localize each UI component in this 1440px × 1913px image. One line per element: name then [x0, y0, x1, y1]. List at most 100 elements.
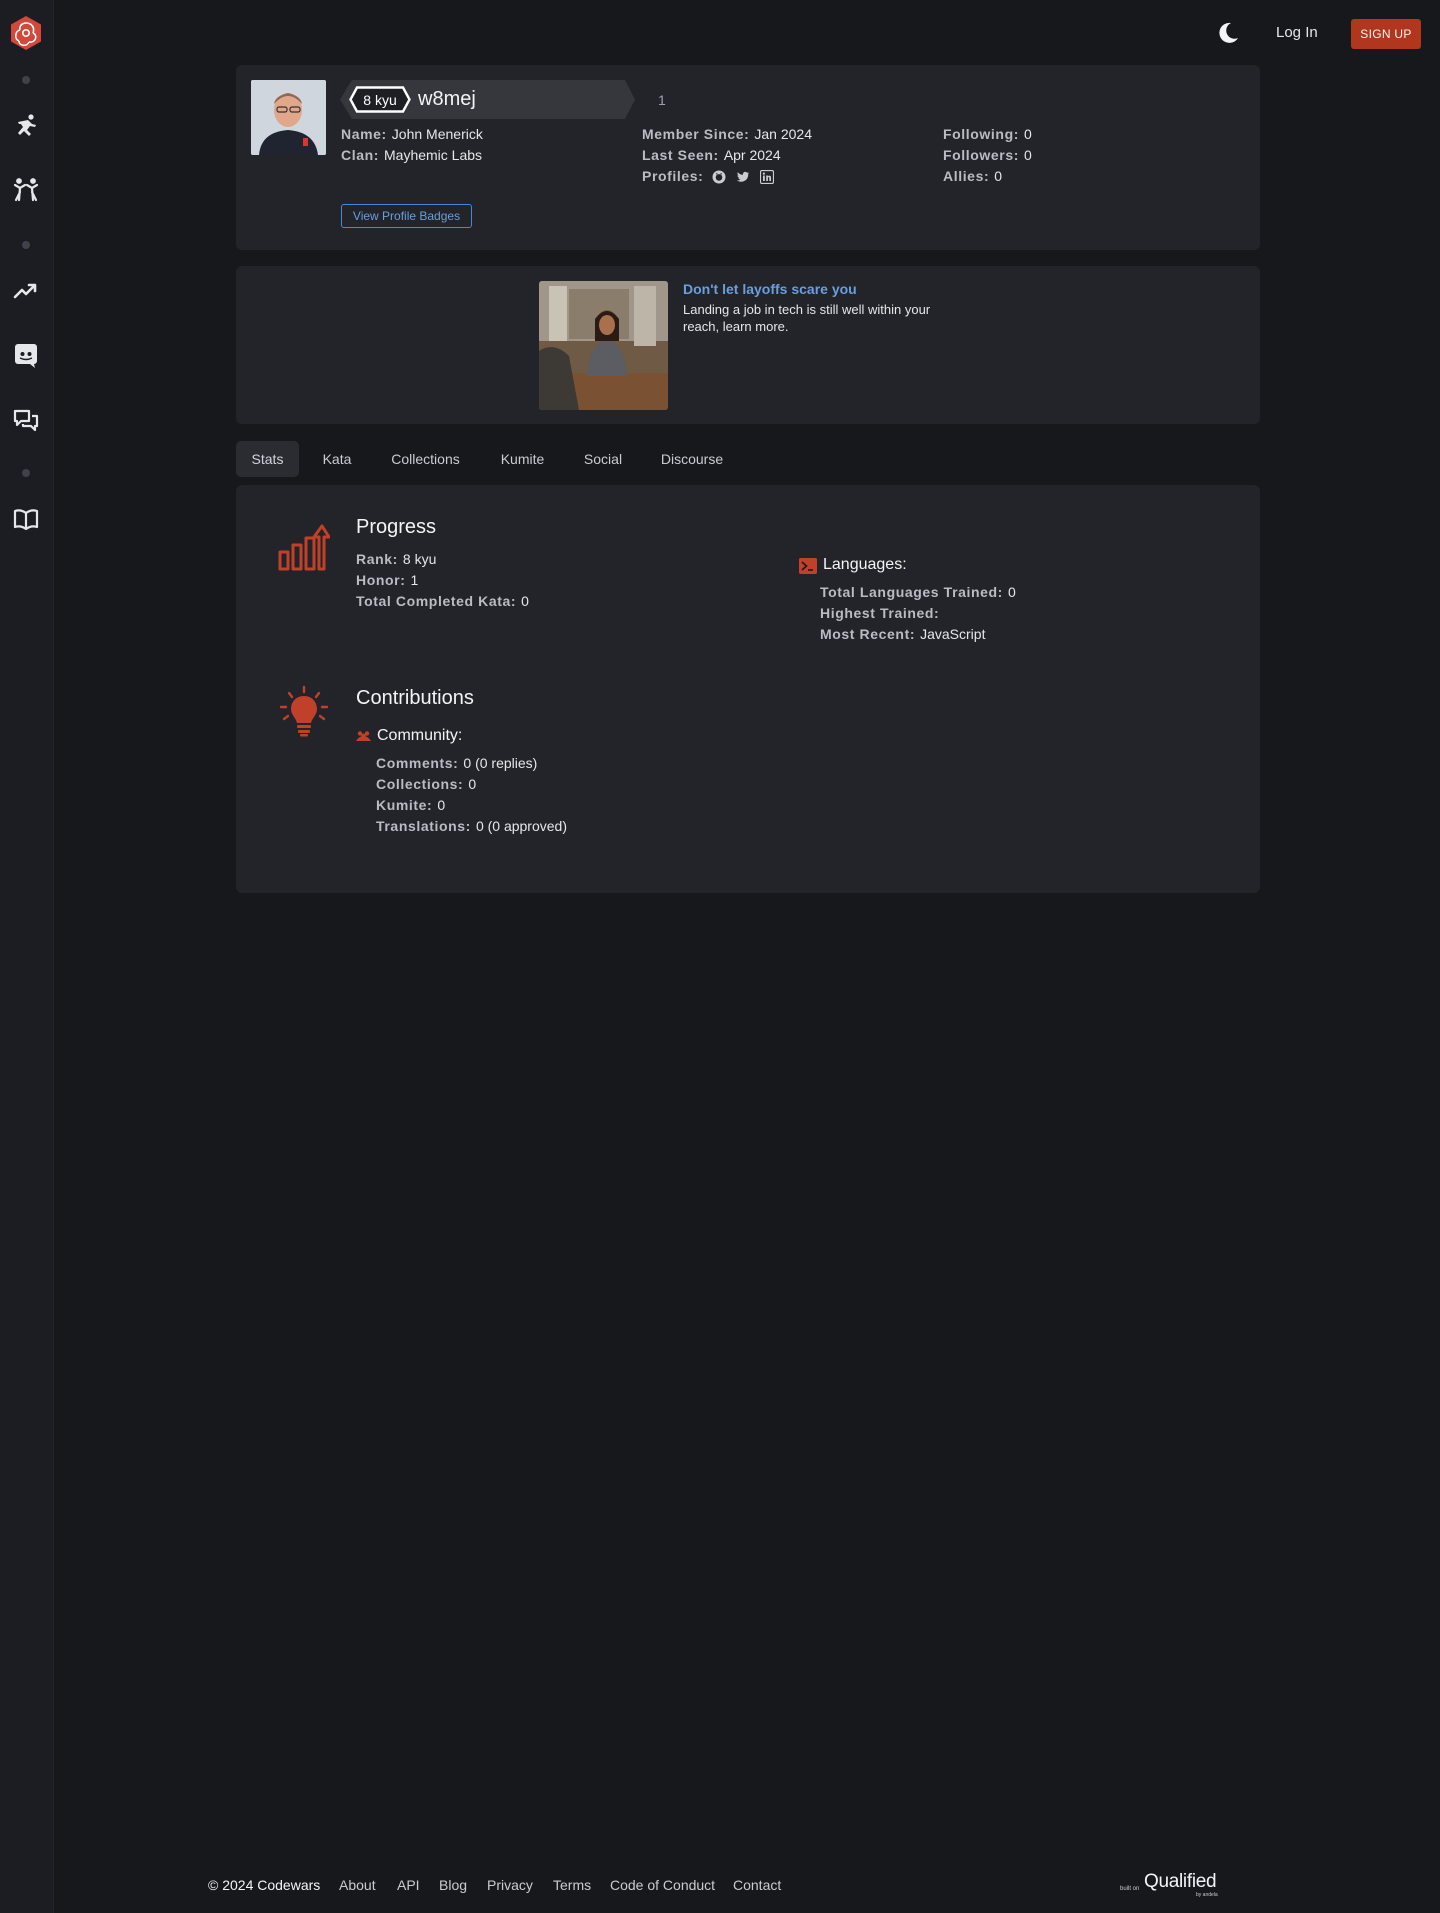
qualified-wordmark: Qualified — [1144, 1871, 1217, 1892]
discord-icon[interactable] — [12, 341, 40, 369]
clan-row: Clan: Mayhemic Labs — [341, 147, 482, 163]
honor-value: 1 — [410, 572, 419, 588]
followers-label: Followers: — [943, 147, 1020, 163]
rank-badge: 8 kyu — [349, 86, 411, 113]
community-title: Community: — [377, 727, 463, 744]
avatar — [251, 80, 326, 155]
signup-button[interactable]: SIGN UP — [1351, 19, 1421, 49]
sidebar-divider-dot — [22, 76, 30, 84]
leaderboard-icon[interactable] — [12, 277, 40, 305]
footer-copyright: © 2024 Codewars — [208, 1877, 321, 1893]
tab-discourse[interactable]: Discourse — [650, 441, 734, 477]
languages-trained-row: Total Languages Trained: 0 — [820, 584, 1016, 600]
rank-value: 8 kyu — [402, 551, 437, 567]
login-link[interactable]: Log In — [1276, 24, 1318, 41]
rank-row: Rank: 8 kyu — [356, 551, 436, 567]
translations-value: 0 (0 approved) — [475, 818, 567, 834]
rank-badge-label: 8 kyu — [363, 91, 397, 108]
community-icon — [356, 730, 371, 743]
ad-image[interactable] — [539, 281, 668, 410]
footer-link-contact[interactable]: Contact — [733, 1877, 781, 1893]
view-profile-badges-button[interactable]: View Profile Badges — [341, 204, 472, 228]
kumite-icon[interactable] — [12, 176, 40, 204]
highest-trained-row: Highest Trained: — [820, 605, 944, 621]
footer-link-code-of-conduct[interactable]: Code of Conduct — [610, 1877, 715, 1893]
ad-title[interactable]: Don't let layoffs scare you — [683, 281, 857, 297]
twitter-icon[interactable] — [736, 170, 750, 184]
lightbulb-icon — [279, 685, 329, 737]
discussions-icon[interactable] — [12, 406, 40, 434]
member-since-value: Jan 2024 — [754, 126, 812, 142]
member-since-row: Member Since: Jan 2024 — [642, 126, 812, 142]
clan-value: Mayhemic Labs — [384, 147, 483, 163]
last-seen-value: Apr 2024 — [723, 147, 781, 163]
footer-link-api[interactable]: API — [397, 1877, 420, 1893]
progress-chart-icon — [278, 523, 331, 571]
footer-link-privacy[interactable]: Privacy — [487, 1877, 533, 1893]
completed-kata-row: Total Completed Kata: 0 — [356, 593, 529, 609]
built-on-label: built on — [1120, 1886, 1140, 1892]
profiles-row: Profiles: — [642, 168, 775, 185]
followers-row: Followers: 0 — [943, 147, 1032, 163]
tab-stats[interactable]: Stats — [236, 441, 299, 477]
moon-icon[interactable] — [1215, 20, 1241, 46]
comments-value: 0 (0 replies) — [463, 755, 538, 771]
languages-trained-value: 0 — [1007, 584, 1016, 600]
allies-label: Allies: — [943, 168, 990, 184]
sidebar-divider-dot — [22, 241, 30, 249]
translations-label: Translations: — [376, 818, 471, 834]
translations-row: Translations: 0 (0 approved) — [376, 818, 567, 834]
following-label: Following: — [943, 126, 1019, 142]
last-seen-label: Last Seen: — [642, 147, 719, 163]
comments-row: Comments: 0 (0 replies) — [376, 755, 537, 771]
docs-icon[interactable] — [12, 505, 40, 533]
username: w8mej — [418, 88, 476, 110]
name-row: Name: John Menerick — [341, 126, 483, 142]
following-value: 0 — [1023, 126, 1032, 142]
honor-label: Honor: — [356, 572, 406, 588]
training-icon[interactable] — [12, 112, 40, 140]
followers-value: 0 — [1024, 147, 1032, 163]
collections-label: Collections: — [376, 776, 464, 792]
sidebar-divider-dot — [22, 469, 30, 477]
honor-count: 1 — [658, 92, 666, 108]
collections-row: Collections: 0 — [376, 776, 476, 792]
kumite-row: Kumite: 0 — [376, 797, 445, 813]
name-value: John Menerick — [391, 126, 483, 142]
codewars-logo-icon[interactable] — [9, 15, 43, 51]
tab-kumite[interactable]: Kumite — [489, 441, 556, 477]
sidebar — [0, 0, 54, 1913]
linkedin-icon[interactable] — [760, 170, 775, 185]
terminal-icon — [799, 558, 817, 574]
profiles-label: Profiles: — [642, 168, 704, 184]
name-label: Name: — [341, 126, 387, 142]
tab-social[interactable]: Social — [575, 441, 631, 477]
kumite-label: Kumite: — [376, 797, 433, 813]
allies-row: Allies: 0 — [943, 168, 1002, 184]
tab-collections[interactable]: Collections — [382, 441, 469, 477]
clan-label: Clan: — [341, 147, 379, 163]
contributions-title: Contributions — [356, 687, 474, 709]
most-recent-row: Most Recent: JavaScript — [820, 626, 985, 642]
github-icon[interactable] — [712, 170, 726, 184]
completed-kata-value: 0 — [521, 593, 529, 609]
honor-row: Honor: 1 — [356, 572, 418, 588]
allies-value: 0 — [994, 168, 1003, 184]
member-since-label: Member Since: — [642, 126, 750, 142]
footer-link-about[interactable]: About — [339, 1877, 376, 1893]
languages-title: Languages: — [823, 556, 907, 573]
footer-link-blog[interactable]: Blog — [439, 1877, 467, 1893]
tab-kata[interactable]: Kata — [312, 441, 362, 477]
collections-value: 0 — [468, 776, 477, 792]
rank-label: Rank: — [356, 551, 398, 567]
comments-label: Comments: — [376, 755, 459, 771]
following-row: Following: 0 — [943, 126, 1032, 142]
most-recent-label: Most Recent: — [820, 626, 916, 642]
ad-text[interactable]: Landing a job in tech is still well with… — [683, 301, 943, 335]
by-andela-label: by andela — [1196, 1892, 1218, 1898]
most-recent-value: JavaScript — [920, 626, 986, 642]
qualified-logo[interactable]: built on Qualified by andela — [1120, 1871, 1230, 1899]
footer-link-terms[interactable]: Terms — [553, 1877, 591, 1893]
completed-kata-label: Total Completed Kata: — [356, 593, 517, 609]
languages-trained-label: Total Languages Trained: — [820, 584, 1003, 600]
